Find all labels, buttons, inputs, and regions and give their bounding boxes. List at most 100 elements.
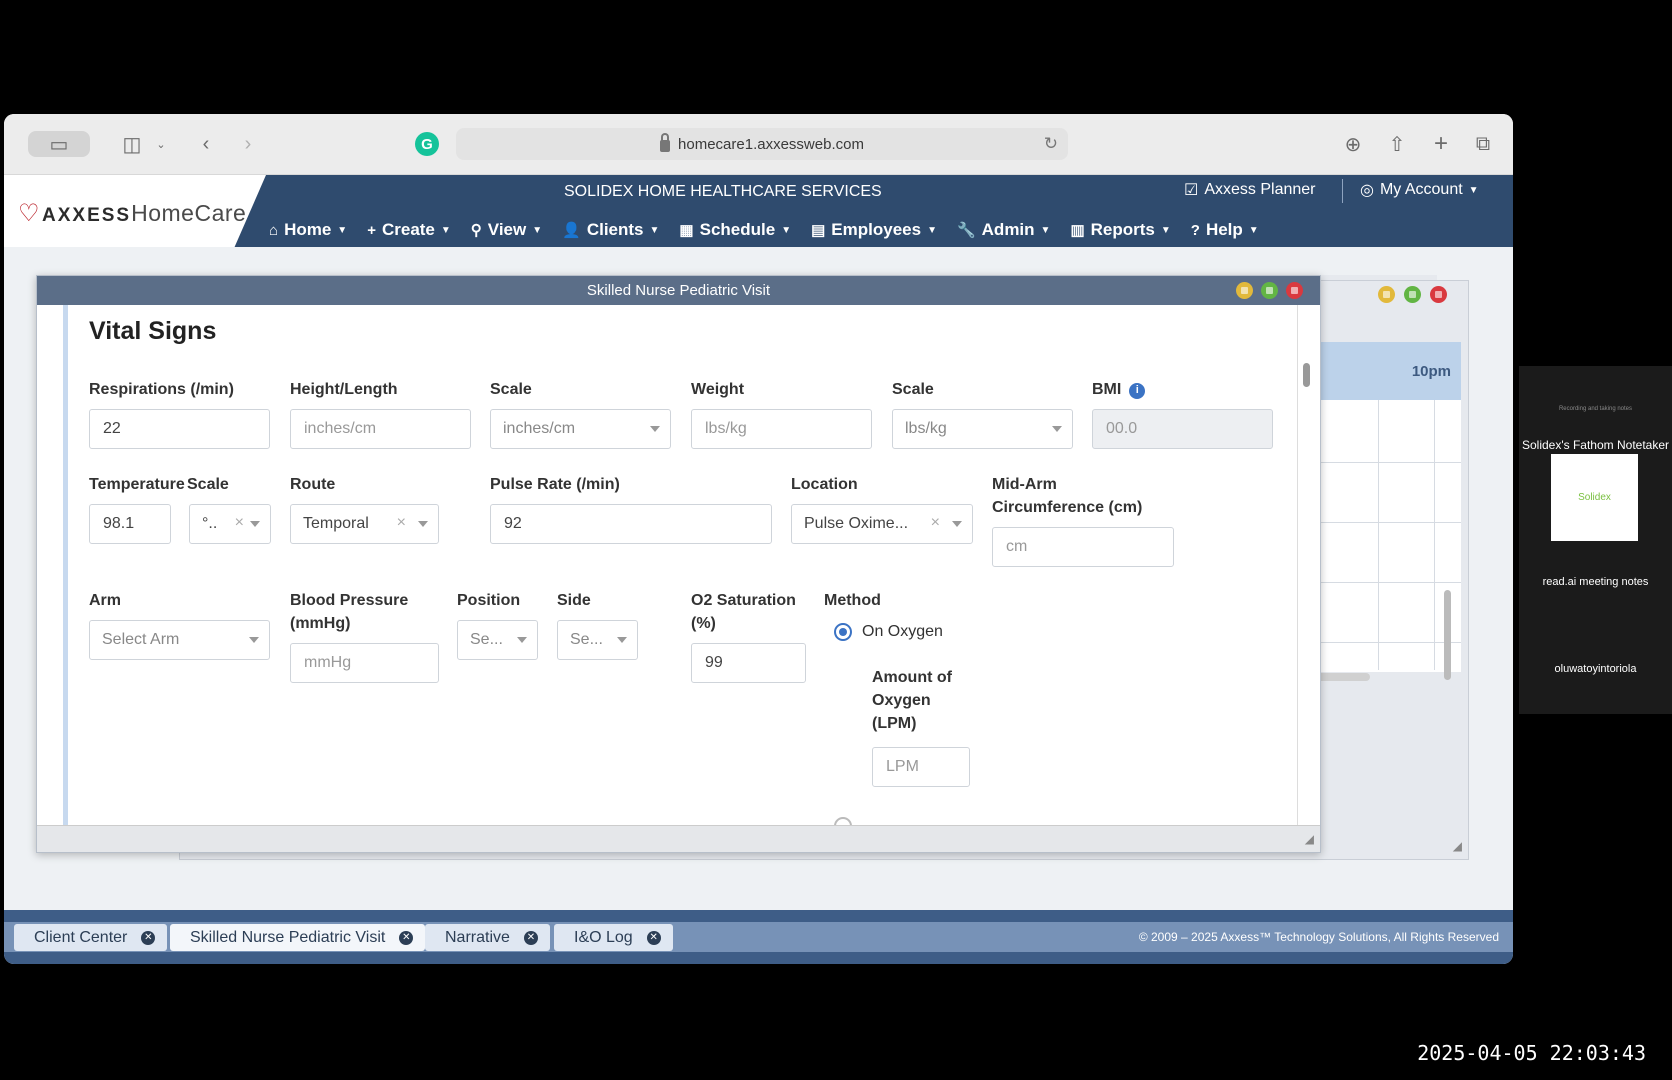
maximize-icon[interactable] bbox=[1404, 286, 1421, 303]
nav-view[interactable]: ⚲ View ▼ bbox=[471, 220, 542, 240]
nav-reports[interactable]: ▥ Reports ▼ bbox=[1070, 220, 1170, 240]
select-value: Se... bbox=[570, 631, 603, 648]
nav-help[interactable]: ? Help ▼ bbox=[1191, 220, 1259, 240]
close-icon[interactable] bbox=[1430, 286, 1447, 303]
height-scale-select[interactable]: inches/cm bbox=[490, 409, 671, 449]
chevron-down-icon: ▼ bbox=[440, 224, 451, 236]
resize-handle-icon[interactable]: ◢ bbox=[1305, 832, 1314, 846]
tab-overview-icon[interactable]: ▭ bbox=[28, 131, 90, 157]
label-line: (mmHg) bbox=[290, 615, 351, 632]
account-icon: ◎ bbox=[1360, 182, 1374, 199]
download-icon[interactable]: ⊕ bbox=[1340, 131, 1366, 157]
temperature-input[interactable]: 98.1 bbox=[89, 504, 171, 544]
arm-label: Arm bbox=[89, 592, 122, 609]
label-line: Mid-Arm bbox=[992, 476, 1057, 493]
nav-label: Create bbox=[381, 220, 435, 239]
nav-schedule[interactable]: ▦ Schedule ▼ bbox=[679, 220, 791, 240]
mid-arm-input[interactable]: cm bbox=[992, 527, 1174, 567]
nav-label: Employees bbox=[831, 220, 922, 239]
nav-admin[interactable]: 🔧 Admin ▼ bbox=[957, 220, 1050, 240]
minimize-icon[interactable] bbox=[1378, 286, 1395, 303]
chevron-down-icon[interactable]: ⌄ bbox=[154, 131, 168, 157]
position-select[interactable]: Se... bbox=[457, 620, 538, 660]
minimize-icon[interactable] bbox=[1236, 282, 1253, 299]
scroll-thumb[interactable] bbox=[1303, 363, 1310, 387]
mid-arm-label: Mid-Arm Circumference (cm) bbox=[992, 473, 1142, 519]
temp-scale-select[interactable]: °.. × bbox=[189, 504, 271, 544]
sidebar-toggle-icon[interactable]: ◫ bbox=[118, 131, 146, 157]
respirations-input[interactable]: 22 bbox=[89, 409, 270, 449]
method-radio-cutoff[interactable] bbox=[834, 817, 852, 825]
chevron-down-icon: ▼ bbox=[1160, 224, 1171, 236]
weight-input[interactable]: lbs/kg bbox=[691, 409, 872, 449]
arm-select[interactable]: Select Arm bbox=[89, 620, 270, 660]
dropdown-arrow-icon bbox=[517, 637, 527, 643]
wrench-icon: 🔧 bbox=[956, 222, 976, 239]
clear-icon[interactable]: × bbox=[235, 514, 244, 532]
logo-area[interactable]: ♡ AXXESSHomeCare bbox=[4, 175, 266, 247]
close-icon[interactable]: ✕ bbox=[523, 930, 538, 945]
browser-window: ▭ ◫ ⌄ ‹ › G homecare1.axxessweb.com ↻ ⊕ … bbox=[4, 114, 1513, 964]
my-account-menu[interactable]: ◎ My Account ▼ bbox=[1360, 180, 1479, 200]
clear-icon[interactable]: × bbox=[931, 514, 940, 532]
modal-footer: ◢ bbox=[37, 825, 1320, 852]
lock-icon bbox=[660, 133, 671, 152]
recording-timestamp: 2025-04-05 22:03:43 bbox=[1417, 1041, 1646, 1065]
close-icon[interactable]: ✕ bbox=[141, 930, 156, 945]
axxess-logo[interactable]: ♡ AXXESSHomeCare bbox=[18, 199, 246, 228]
nav-home[interactable]: ⌂ Home ▼ bbox=[269, 220, 347, 240]
select-value: °.. bbox=[202, 515, 218, 532]
home-icon: ⌂ bbox=[269, 221, 279, 239]
close-icon[interactable] bbox=[1286, 282, 1303, 299]
task-skilled-nurse-visit[interactable]: Skilled Nurse Pediatric Visit ✕ bbox=[170, 924, 426, 951]
search-icon: ⚲ bbox=[470, 222, 482, 239]
back-icon[interactable]: ‹ bbox=[196, 131, 216, 157]
on-oxygen-radio[interactable] bbox=[834, 623, 852, 641]
o2-input[interactable]: 99 bbox=[691, 643, 806, 683]
share-icon[interactable]: ⇧ bbox=[1384, 131, 1410, 157]
logo-heart-icon: ♡ bbox=[18, 200, 41, 227]
close-icon[interactable]: ✕ bbox=[399, 930, 414, 945]
height-scale-label: Scale bbox=[490, 381, 532, 398]
grammarly-icon[interactable]: G bbox=[415, 132, 439, 156]
nav-label: Reports bbox=[1090, 220, 1155, 239]
clear-icon[interactable]: × bbox=[397, 514, 406, 532]
task-client-center[interactable]: Client Center ✕ bbox=[14, 924, 168, 951]
maximize-icon[interactable] bbox=[1261, 282, 1278, 299]
dropdown-arrow-icon bbox=[418, 521, 428, 527]
bp-label: Blood Pressure (mmHg) bbox=[290, 589, 408, 635]
scroll-track[interactable] bbox=[1297, 305, 1298, 825]
tabs-icon[interactable]: ⧉ bbox=[1470, 131, 1496, 157]
resize-handle-icon[interactable]: ◢ bbox=[1453, 839, 1462, 853]
location-select[interactable]: Pulse Oxime... × bbox=[791, 504, 973, 544]
on-oxygen-label[interactable]: On Oxygen bbox=[862, 623, 943, 641]
new-tab-icon[interactable]: + bbox=[1428, 130, 1454, 157]
height-input[interactable]: inches/cm bbox=[290, 409, 471, 449]
nav-label: Home bbox=[284, 220, 332, 239]
nav-employees[interactable]: ▤ Employees ▼ bbox=[811, 220, 937, 240]
axxess-planner-link[interactable]: ☑ Axxess Planner bbox=[1184, 180, 1316, 200]
scrollbar[interactable] bbox=[1444, 590, 1451, 680]
pulse-input[interactable]: 92 bbox=[490, 504, 772, 544]
close-icon[interactable]: ✕ bbox=[646, 930, 661, 945]
bp-input[interactable]: mmHg bbox=[290, 643, 439, 683]
side-select[interactable]: Se... bbox=[557, 620, 638, 660]
nav-label: Help bbox=[1205, 220, 1243, 239]
nav-label: Clients bbox=[586, 220, 644, 239]
address-bar[interactable]: homecare1.axxessweb.com ↻ bbox=[456, 128, 1068, 160]
task-io-log[interactable]: I&O Log ✕ bbox=[554, 924, 673, 951]
reload-icon[interactable]: ↻ bbox=[1044, 134, 1058, 154]
route-select[interactable]: Temporal × bbox=[290, 504, 439, 544]
task-narrative[interactable]: Narrative ✕ bbox=[425, 924, 550, 951]
task-label: Client Center bbox=[34, 928, 128, 946]
logo-product: HomeCare bbox=[131, 200, 247, 226]
schedule-calendar: 10pm bbox=[1321, 342, 1461, 680]
chevron-down-icon: ▼ bbox=[781, 224, 792, 236]
weight-scale-select[interactable]: lbs/kg bbox=[892, 409, 1073, 449]
forward-icon[interactable]: › bbox=[238, 131, 258, 157]
nav-clients[interactable]: 👤 Clients ▼ bbox=[562, 220, 659, 240]
nav-create[interactable]: + Create ▼ bbox=[367, 220, 451, 240]
select-value: Temporal bbox=[303, 515, 369, 532]
oxygen-amount-input[interactable]: LPM bbox=[872, 747, 970, 787]
info-icon[interactable]: i bbox=[1129, 382, 1146, 399]
